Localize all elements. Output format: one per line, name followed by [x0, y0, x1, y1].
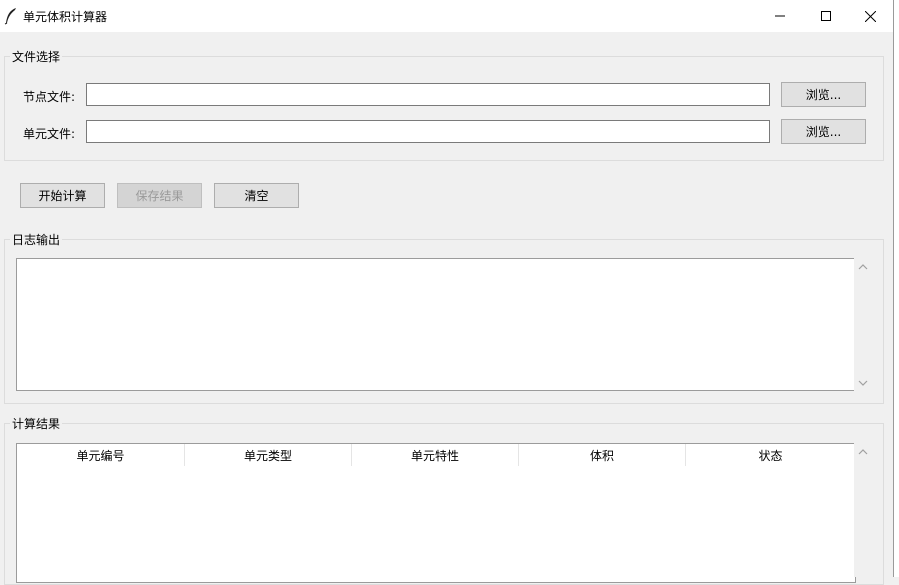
node-browse-label: 浏览... — [805, 88, 842, 102]
maximize-icon — [821, 11, 831, 21]
chevron-up-icon — [858, 449, 868, 455]
column-header-label: 状态 — [758, 448, 783, 463]
start-calculation-label: 开始计算 — [38, 189, 87, 203]
close-button[interactable] — [847, 0, 893, 32]
element-file-label: 单元文件: — [23, 127, 76, 141]
chevron-down-icon — [858, 380, 868, 386]
close-icon — [864, 10, 876, 22]
element-browse-label: 浏览... — [805, 125, 842, 139]
element-file-input[interactable] — [86, 120, 770, 143]
element-browse-button[interactable]: 浏览... — [781, 119, 866, 144]
background-window — [893, 0, 899, 577]
results-table-header: 单元编号 单元类型 单元特性 体积 状态 — [17, 444, 855, 466]
maximize-button[interactable] — [803, 0, 849, 32]
log-scrollbar[interactable] — [854, 258, 873, 391]
save-results-button[interactable]: 保存结果 — [117, 183, 202, 208]
column-header-element-id[interactable]: 单元编号 — [17, 444, 185, 466]
column-header-element-property[interactable]: 单元特性 — [352, 444, 519, 466]
log-group-label: 日志输出 — [10, 231, 63, 248]
column-header-label: 单元特性 — [410, 448, 459, 463]
save-results-label: 保存结果 — [135, 189, 184, 203]
clear-label: 清空 — [244, 189, 269, 203]
results-group-label: 计算结果 — [10, 415, 63, 432]
log-textarea[interactable] — [16, 258, 856, 391]
window-title: 单元体积计算器 — [23, 10, 108, 24]
file-select-group-label: 文件选择 — [10, 48, 63, 65]
results-scrollbar[interactable] — [854, 443, 873, 577]
file-select-group — [4, 56, 884, 161]
column-header-volume[interactable]: 体积 — [519, 444, 686, 466]
node-file-input[interactable] — [86, 83, 770, 106]
start-calculation-button[interactable]: 开始计算 — [20, 183, 105, 208]
node-file-label: 节点文件: — [23, 90, 76, 104]
column-header-element-type[interactable]: 单元类型 — [185, 444, 352, 466]
column-header-label: 单元类型 — [243, 448, 292, 463]
node-browse-button[interactable]: 浏览... — [781, 82, 866, 107]
column-header-status[interactable]: 状态 — [686, 444, 855, 466]
chevron-up-icon — [858, 264, 868, 270]
title-bar: 单元体积计算器 — [0, 0, 893, 32]
column-header-label: 单元编号 — [76, 448, 125, 463]
results-table[interactable]: 单元编号 单元类型 单元特性 体积 状态 — [16, 443, 856, 583]
clear-button[interactable]: 清空 — [214, 183, 299, 208]
app-window: 单元体积计算器 文件选择 节点文件: 浏览... 单元文件: 浏览... 开始计… — [0, 0, 893, 585]
minimize-icon — [775, 15, 785, 17]
column-header-label: 体积 — [589, 448, 614, 463]
feather-icon — [4, 8, 16, 25]
minimize-button[interactable] — [757, 0, 803, 32]
